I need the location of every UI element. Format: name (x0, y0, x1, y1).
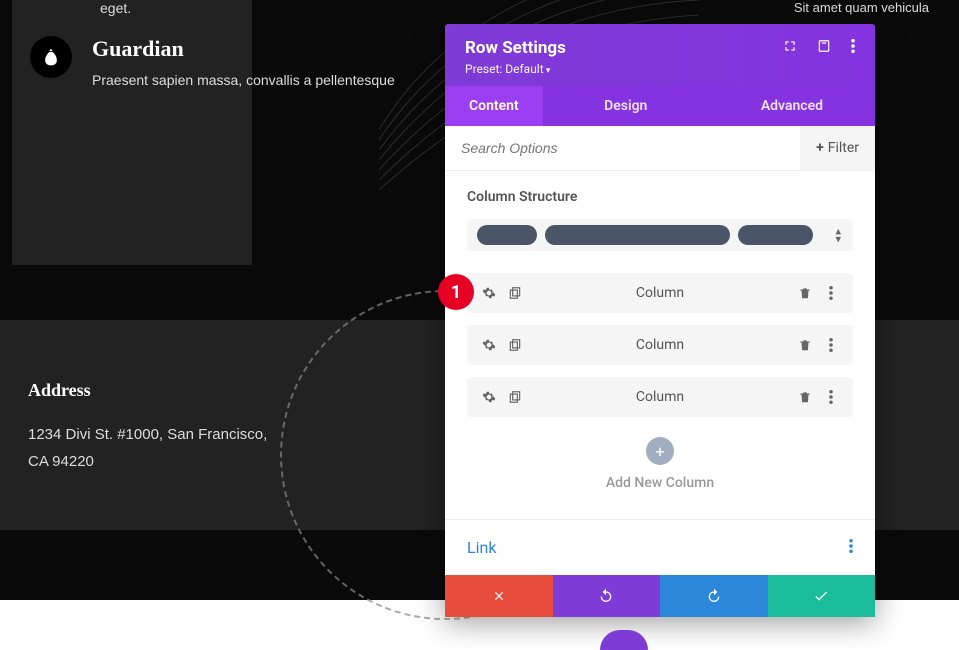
modal-header: Row Settings Preset: Default (445, 24, 875, 86)
column-structure-label: Column Structure (467, 189, 853, 205)
trash-icon[interactable] (797, 389, 813, 405)
column-bar (545, 225, 730, 245)
callout-badge: 1 (438, 274, 474, 310)
column-item[interactable]: Column (467, 273, 853, 313)
guardian-heading: Guardian (92, 36, 395, 62)
link-section[interactable]: Link (445, 519, 875, 575)
link-label: Link (467, 538, 496, 557)
add-column-label: Add New Column (467, 475, 853, 491)
responsive-icon[interactable] (817, 39, 831, 57)
cancel-button[interactable] (445, 575, 553, 617)
duplicate-icon[interactable] (507, 337, 523, 353)
modal-title: Row Settings (465, 38, 566, 58)
gear-icon[interactable] (481, 285, 497, 301)
save-button[interactable] (768, 575, 876, 617)
modal-tabs: Content Design Advanced (445, 86, 875, 126)
address-heading: Address (28, 380, 267, 401)
redo-button[interactable] (660, 575, 768, 617)
row-settings-modal: Row Settings Preset: Default Content Des… (445, 24, 875, 617)
menu-dots-icon[interactable] (851, 39, 855, 57)
column-label: Column (523, 285, 797, 301)
tab-content[interactable]: Content (445, 86, 543, 126)
menu-dots-icon[interactable] (823, 285, 839, 301)
column-structure-selector[interactable]: ▴▾ (467, 219, 853, 251)
address-line: 1234 Divi St. #1000, San Francisco, (28, 421, 267, 448)
column-bar (477, 225, 537, 245)
menu-dots-icon[interactable] (823, 337, 839, 353)
column-label: Column (523, 389, 797, 405)
filter-button[interactable]: + Filter (800, 126, 875, 170)
expand-icon[interactable] (783, 39, 797, 57)
text-snippet: eget. (100, 0, 430, 16)
column-item[interactable]: Column (467, 377, 853, 417)
gear-icon[interactable] (481, 389, 497, 405)
undo-button[interactable] (553, 575, 661, 617)
money-bag-icon (30, 36, 72, 78)
trash-icon[interactable] (797, 285, 813, 301)
right-text-snippet: Sit amet quam vehicula (794, 0, 929, 15)
search-input[interactable] (445, 126, 800, 170)
column-bar (738, 225, 813, 245)
address-line: CA 94220 (28, 448, 267, 475)
gear-icon[interactable] (481, 337, 497, 353)
dropdown-arrows-icon: ▴▾ (835, 227, 841, 242)
duplicate-icon[interactable] (507, 389, 523, 405)
tab-advanced[interactable]: Advanced (709, 86, 875, 126)
column-item[interactable]: Column (467, 325, 853, 365)
menu-dots-icon[interactable] (849, 538, 853, 557)
preset-dropdown[interactable]: Preset: Default (465, 62, 855, 76)
add-column-button[interactable]: + (646, 437, 674, 465)
column-label: Column (523, 337, 797, 353)
tab-design[interactable]: Design (543, 86, 709, 126)
menu-dots-icon[interactable] (823, 389, 839, 405)
duplicate-icon[interactable] (507, 285, 523, 301)
guardian-description: Praesent sapien massa, convallis a pelle… (92, 70, 395, 91)
filter-label: Filter (828, 140, 859, 156)
trash-icon[interactable] (797, 337, 813, 353)
